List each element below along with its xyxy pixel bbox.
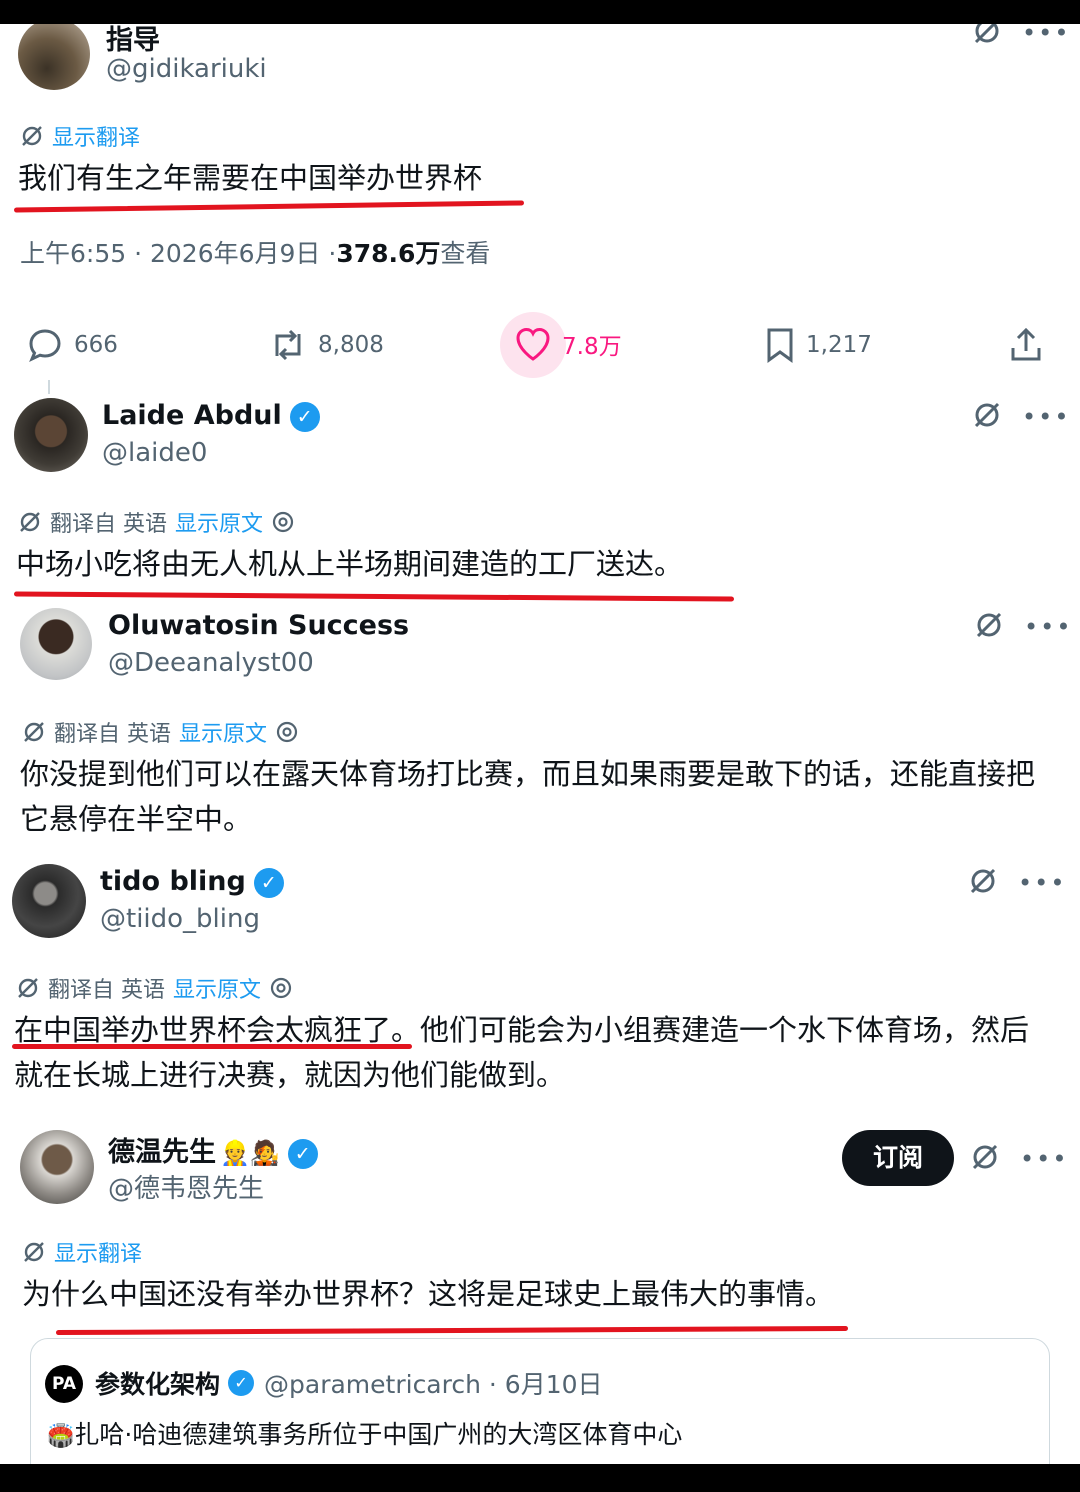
tweet-controls: •••: [974, 610, 1072, 644]
more-icon[interactable]: •••: [1020, 1145, 1068, 1173]
translate-row: 显示翻译: [20, 120, 140, 152]
more-icon[interactable]: •••: [1022, 24, 1070, 47]
avatar[interactable]: [20, 608, 92, 680]
author-name[interactable]: tido bling ✓: [100, 866, 284, 898]
tweet-controls: •••: [972, 24, 1070, 50]
show-translation-link[interactable]: 显示翻译: [52, 120, 140, 152]
author-handle[interactable]: @gidikariuki: [106, 54, 267, 84]
like-button[interactable]: 7.8万: [514, 326, 622, 362]
more-icon[interactable]: •••: [1018, 869, 1066, 897]
grok-icon[interactable]: [968, 866, 998, 900]
translate-row: 翻译自 英语 显示原文: [16, 972, 293, 1004]
annotation-underline: [12, 1044, 412, 1049]
bookmark-count: 1,217: [806, 332, 872, 358]
retweet-icon: [275, 329, 301, 361]
translate-icon: [24, 1242, 44, 1262]
tweet-text: 中场小吃将由无人机从上半场期间建造的工厂送达。: [16, 547, 684, 581]
quoted-tweet[interactable]: PA 参数化架构 ✓ @parametricarch · 6月10日 🏟️扎哈·…: [30, 1338, 1050, 1464]
author-name-text: 德温先生: [108, 1137, 216, 1168]
avatar[interactable]: [14, 398, 88, 472]
translate-icon: [18, 978, 38, 998]
tweet-controls: •••: [970, 1142, 1068, 1176]
translate-row: 翻译自 英语 显示原文: [18, 506, 295, 538]
quote-author-handle: @parametricarch · 6月10日: [264, 1370, 603, 1399]
author-handle[interactable]: @tiido_bling: [100, 904, 260, 934]
tweet-meta: 上午6:55 · 2026年6月9日 · 378.6万 查看: [20, 234, 490, 270]
thread-line: [48, 380, 50, 394]
author-name[interactable]: 指导: [106, 24, 160, 57]
author-name-text: Laide Abdul: [102, 400, 282, 431]
tweet-controls: •••: [968, 866, 1066, 900]
verified-badge-icon: ✓: [228, 1370, 255, 1396]
share-icon: [1011, 327, 1041, 361]
translate-icon: [24, 722, 44, 742]
name-emoji: 👷🧑‍🎤: [220, 1139, 280, 1167]
translate-icon: [20, 512, 40, 532]
translated-from-label: 翻译自 英语: [50, 512, 167, 537]
translate-row: 翻译自 英语 显示原文: [22, 716, 299, 748]
reply-button[interactable]: 666: [26, 326, 118, 364]
settings-icon[interactable]: [269, 976, 293, 1000]
reply-icon: [29, 329, 61, 363]
more-icon[interactable]: •••: [1024, 613, 1072, 641]
translate-row: 显示翻译: [22, 1236, 142, 1268]
tweet-time: 上午6:55 · 2026年6月9日 ·: [20, 239, 337, 268]
grok-icon[interactable]: [972, 24, 1002, 50]
author-name[interactable]: Oluwatosin Success: [108, 610, 409, 641]
author-name[interactable]: 德温先生 👷🧑‍🎤 ✓: [108, 1130, 318, 1169]
views-label: 查看: [440, 239, 491, 268]
author-handle[interactable]: @德韦恩先生: [108, 1168, 264, 1205]
author-handle[interactable]: @Deeanalyst00: [108, 648, 314, 678]
like-count: 7.8万: [562, 334, 622, 360]
avatar[interactable]: [18, 24, 90, 90]
tweet-controls: •••: [972, 400, 1070, 434]
show-original-link[interactable]: 显示原文: [175, 506, 263, 538]
verified-badge-icon: ✓: [287, 1138, 318, 1169]
grok-icon[interactable]: [970, 1142, 1000, 1176]
verified-badge-icon: ✓: [253, 867, 284, 898]
avatar[interactable]: [12, 864, 86, 938]
grok-icon[interactable]: [972, 400, 1002, 434]
translated-from-label: 翻译自 英语: [48, 978, 165, 1003]
share-button[interactable]: [1008, 326, 1044, 364]
grok-icon[interactable]: [974, 610, 1004, 644]
annotation-underline: [55, 1325, 849, 1336]
tweet-text: 你没提到他们可以在露天体育场打比赛，而且如果雨要是敢下的话，还能直接把它悬停在半…: [20, 757, 1036, 836]
bookmark-icon: [767, 328, 793, 363]
tweet-text: 我们有生之年需要在中国举办世界杯: [18, 161, 483, 195]
author-handle[interactable]: @laide0: [102, 438, 207, 468]
view-count: 378.6万: [336, 239, 441, 268]
stadium-emoji: 🏟️: [47, 1424, 75, 1449]
translate-icon: [22, 126, 42, 146]
quote-avatar[interactable]: PA: [45, 1365, 83, 1403]
quote-author-name: 参数化架构: [95, 1370, 221, 1399]
bookmark-button[interactable]: 1,217: [764, 326, 872, 364]
author-name-text: tido bling: [100, 866, 246, 897]
heart-icon: [516, 327, 550, 361]
annotation-underline: [13, 200, 525, 213]
reply-count: 666: [74, 332, 118, 358]
show-translation-link[interactable]: 显示翻译: [54, 1236, 142, 1268]
settings-icon[interactable]: [271, 510, 295, 534]
more-icon[interactable]: •••: [1022, 403, 1070, 431]
tweet-text: 为什么中国还没有举办世界杯？这将是足球史上最伟大的事情。: [22, 1277, 835, 1311]
quote-text-row: 🏟️扎哈·哈迪德建筑事务所位于中国广州的大湾区体育中心: [47, 1415, 682, 1451]
show-original-link[interactable]: 显示原文: [179, 716, 267, 748]
verified-badge-icon: ✓: [289, 401, 320, 432]
screen: 指导 @gidikariuki ••• 显示翻译 我们有生之年需要在中国举办世界…: [0, 24, 1080, 1464]
quote-author: 参数化架构 ✓ @parametricarch · 6月10日: [95, 1365, 603, 1401]
settings-icon[interactable]: [275, 720, 299, 744]
avatar[interactable]: [20, 1130, 94, 1204]
retweet-button[interactable]: 8,808: [268, 326, 384, 364]
author-name[interactable]: Laide Abdul ✓: [102, 400, 320, 432]
retweet-count: 8,808: [318, 332, 384, 358]
show-original-link[interactable]: 显示原文: [173, 972, 261, 1004]
translated-from-label: 翻译自 英语: [54, 722, 171, 747]
tweet-text: 在中国举办世界杯会太疯狂了。他们可能会为小组赛建造一个水下体育场，然后就在长城上…: [14, 1013, 1030, 1092]
annotation-underline: [13, 591, 735, 602]
subscribe-button[interactable]: 订阅: [842, 1130, 954, 1186]
quote-text: 扎哈·哈迪德建筑事务所位于中国广州的大湾区体育中心: [74, 1420, 683, 1449]
